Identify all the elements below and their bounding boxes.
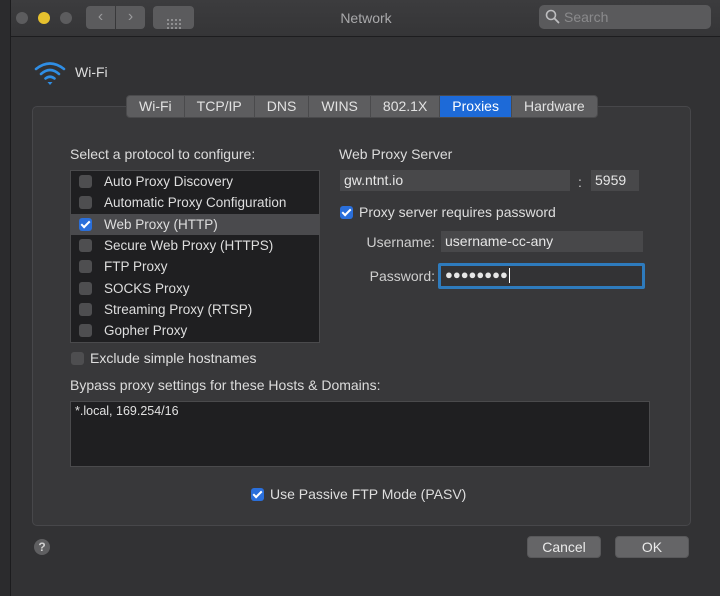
protocol-checkbox[interactable]: [79, 260, 92, 274]
tab-tcpip[interactable]: TCP/IP: [185, 96, 255, 117]
protocol-item-web-proxy[interactable]: Web Proxy (HTTP): [71, 213, 319, 235]
tab-proxies[interactable]: Proxies: [440, 96, 512, 117]
wifi-icon: [34, 62, 66, 85]
tab-wins[interactable]: WINS: [309, 96, 371, 117]
tab-hardware[interactable]: Hardware: [512, 96, 597, 117]
exclude-simple-row[interactable]: Exclude simple hostnames: [71, 350, 257, 366]
server-heading: Web Proxy Server: [339, 146, 453, 162]
protocol-label: Gopher Proxy: [104, 323, 188, 339]
tab-dns[interactable]: DNS: [255, 96, 310, 117]
search-field[interactable]: Search: [539, 5, 711, 29]
network-window: ‹ › Network Search Wi-Fi Wi-Fi TCP/IP DN…: [10, 0, 720, 596]
bypass-hosts-textarea[interactable]: *.local, 169.254/16: [70, 401, 650, 467]
username-field[interactable]: username-cc-any: [441, 231, 643, 252]
protocol-checkbox[interactable]: [79, 302, 92, 316]
protocol-checkbox[interactable]: [79, 239, 92, 253]
protocol-label: Secure Web Proxy (HTTPS): [104, 238, 274, 254]
protocol-list-label: Select a protocol to configure:: [70, 146, 256, 162]
protocol-checkbox[interactable]: [79, 324, 92, 338]
passive-ftp-checkbox[interactable]: [251, 487, 264, 501]
cancel-button[interactable]: Cancel: [527, 536, 601, 558]
protocol-checkbox[interactable]: [79, 196, 92, 210]
ok-button[interactable]: OK: [615, 536, 689, 558]
exclude-simple-label: Exclude simple hostnames: [90, 350, 257, 366]
protocol-label: Web Proxy (HTTP): [104, 216, 218, 232]
title-bar: ‹ › Network Search: [11, 0, 720, 37]
protocol-label: Automatic Proxy Configuration: [104, 195, 287, 211]
protocol-item-socks-proxy[interactable]: SOCKS Proxy: [71, 277, 319, 298]
bypass-value: *.local, 169.254/16: [75, 404, 179, 418]
protocol-label: FTP Proxy: [104, 259, 168, 275]
protocol-checkbox[interactable]: [79, 281, 92, 295]
protocol-item-auto-config[interactable]: Automatic Proxy Configuration: [71, 192, 319, 213]
protocol-item-streaming-proxy[interactable]: Streaming Proxy (RTSP): [71, 299, 319, 320]
requires-password-checkbox[interactable]: [340, 205, 353, 219]
password-value: ●●●●●●●●: [445, 267, 508, 282]
protocol-checkbox[interactable]: [79, 175, 92, 189]
tab-8021x[interactable]: 802.1X: [371, 96, 441, 117]
protocol-item-gopher-proxy[interactable]: Gopher Proxy: [71, 320, 319, 341]
host-port-separator: :: [578, 174, 582, 190]
protocol-item-ftp-proxy[interactable]: FTP Proxy: [71, 256, 319, 277]
service-name: Wi-Fi: [75, 64, 108, 80]
exclude-simple-checkbox[interactable]: [71, 351, 84, 365]
password-field[interactable]: ●●●●●●●●: [438, 263, 645, 289]
password-label: Password:: [369, 268, 435, 284]
text-caret: [508, 267, 510, 283]
protocol-list[interactable]: Auto Proxy Discovery Automatic Proxy Con…: [70, 170, 320, 343]
passive-ftp-label: Use Passive FTP Mode (PASV): [270, 486, 467, 502]
proxy-host-field[interactable]: gw.ntnt.io: [340, 170, 570, 191]
search-icon: [545, 9, 560, 24]
tab-wifi[interactable]: Wi-Fi: [127, 96, 185, 117]
protocol-label: SOCKS Proxy: [104, 280, 190, 296]
protocol-item-auto-discovery[interactable]: Auto Proxy Discovery: [71, 171, 319, 192]
proxy-port-field[interactable]: 5959: [591, 170, 639, 191]
bypass-label: Bypass proxy settings for these Hosts & …: [70, 377, 381, 393]
protocol-label: Streaming Proxy (RTSP): [104, 301, 253, 317]
search-placeholder: Search: [564, 9, 609, 25]
protocol-item-secure-web-proxy[interactable]: Secure Web Proxy (HTTPS): [71, 235, 319, 256]
passive-ftp-row[interactable]: Use Passive FTP Mode (PASV): [251, 486, 466, 502]
requires-password-row[interactable]: Proxy server requires password: [340, 204, 556, 220]
requires-password-label: Proxy server requires password: [359, 204, 556, 220]
protocol-label: Auto Proxy Discovery: [104, 174, 234, 190]
tab-bar: Wi-Fi TCP/IP DNS WINS 802.1X Proxies Har…: [126, 95, 598, 118]
username-label: Username:: [366, 234, 435, 250]
question-mark-icon: ?: [38, 540, 46, 554]
protocol-checkbox[interactable]: [79, 217, 92, 231]
help-button[interactable]: ?: [34, 539, 50, 555]
